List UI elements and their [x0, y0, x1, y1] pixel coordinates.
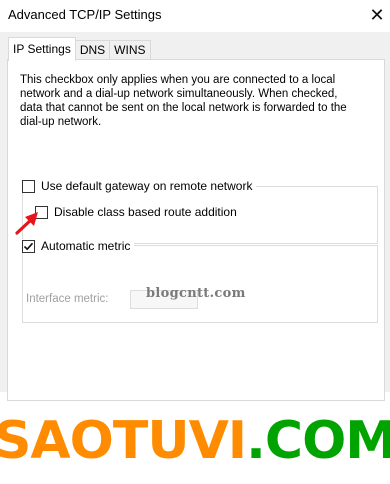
tab-wins[interactable]: WINS	[109, 40, 151, 60]
window-title: Advanced TCP/IP Settings	[8, 7, 162, 22]
tab-strip: IP Settings DNS WINS	[8, 37, 151, 61]
red-pointer-arrow-icon	[15, 212, 38, 235]
disable-class-route-label: Disable class based route addition	[54, 205, 237, 219]
brand-part-com: .COM	[246, 411, 390, 471]
metric-group	[22, 245, 378, 323]
automatic-metric-label: Automatic metric	[41, 239, 131, 253]
gateway-description: This checkbox only applies when you are …	[20, 74, 347, 128]
blog-watermark: blogcntt.com	[146, 286, 246, 301]
title-bar: Advanced TCP/IP Settings ✕	[0, 0, 390, 32]
checkbox-checked-icon	[22, 239, 35, 253]
automatic-metric-checkbox[interactable]: Automatic metric	[22, 239, 135, 253]
tab-dns[interactable]: DNS	[74, 40, 111, 60]
checkbox-unchecked-icon	[22, 179, 35, 193]
brand-part-saotuvi: SAOTUVI	[0, 411, 247, 471]
dialog-body: IP Settings DNS WINS This checkbox only …	[0, 32, 390, 401]
disable-class-route-checkbox[interactable]: Disable class based route addition	[35, 205, 241, 219]
tab-ip-settings[interactable]: IP Settings	[8, 37, 76, 61]
brand-watermark: SAOTUVI .COM	[0, 398, 390, 484]
close-button[interactable]: ✕	[364, 0, 390, 30]
use-default-gateway-checkbox[interactable]: Use default gateway on remote network	[22, 179, 257, 193]
interface-metric-label: Interface metric:	[26, 293, 109, 305]
use-default-gateway-label: Use default gateway on remote network	[41, 179, 253, 193]
ip-settings-panel: This checkbox only applies when you are …	[7, 59, 385, 401]
